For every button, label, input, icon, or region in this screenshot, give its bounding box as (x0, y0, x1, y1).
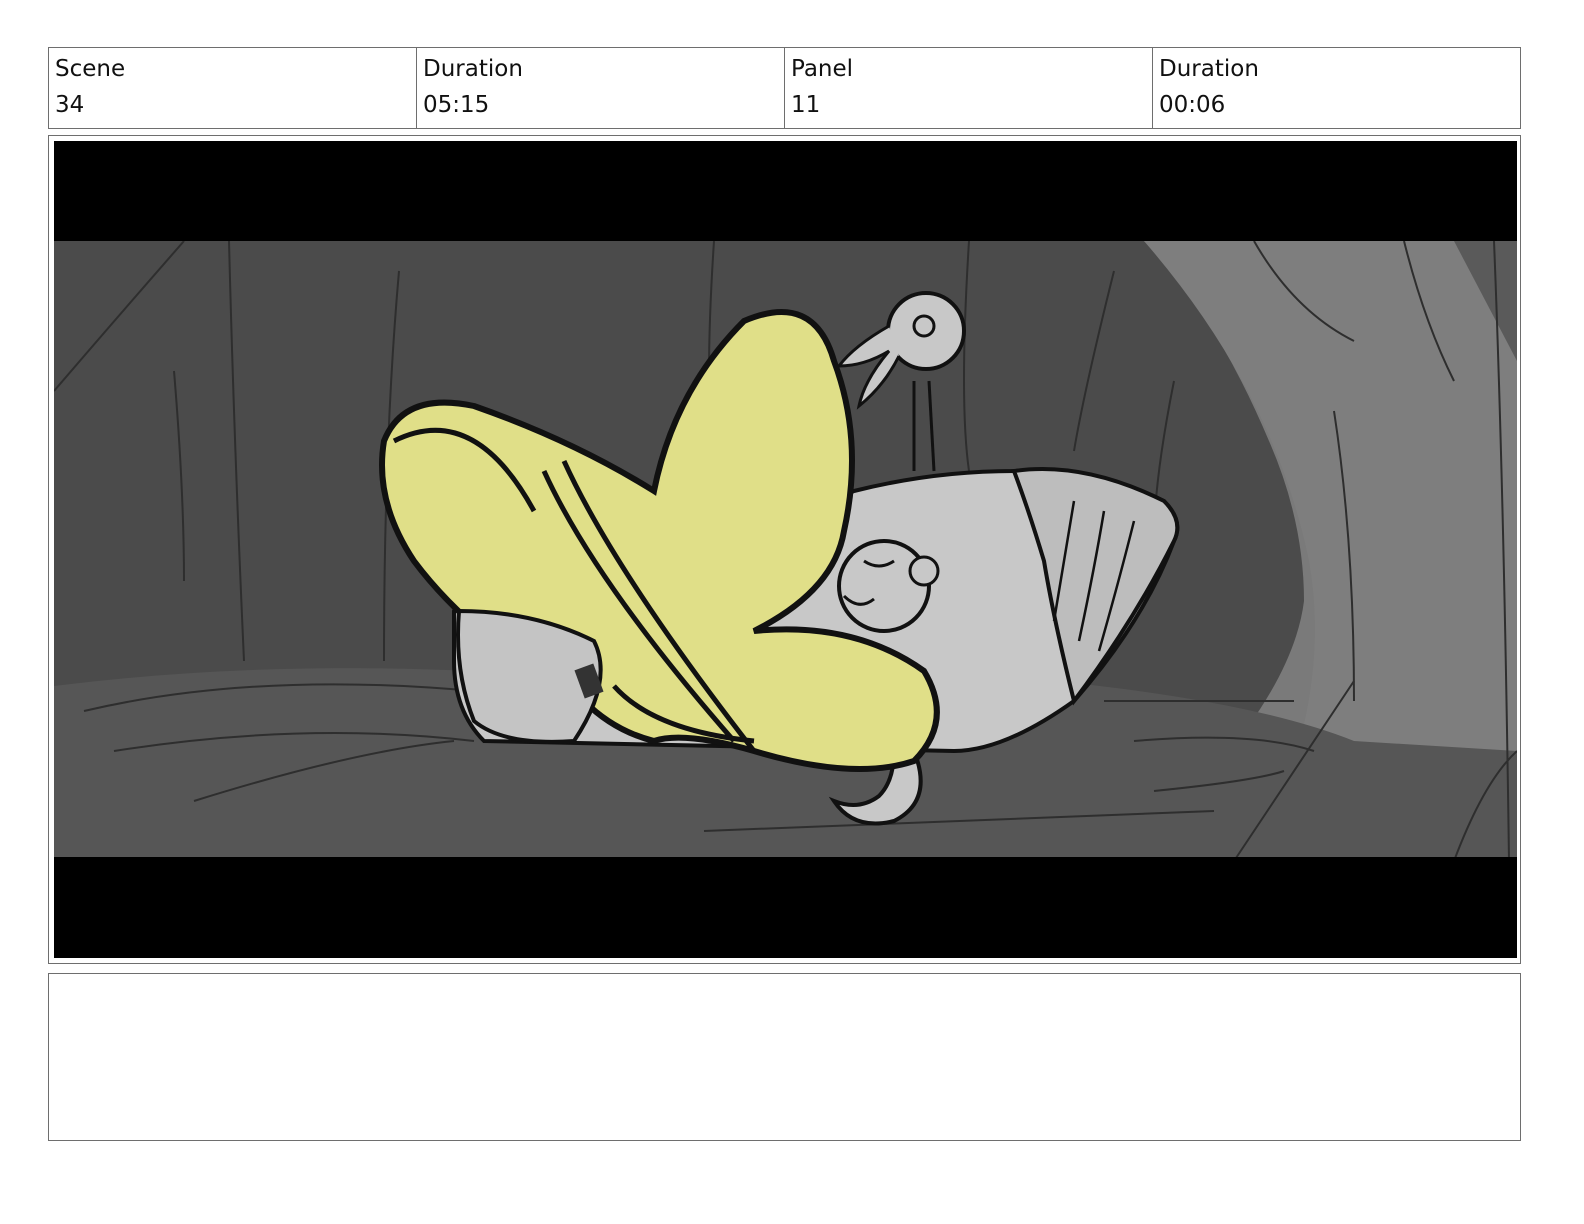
storyboard-panel-drawing (54, 141, 1517, 958)
storyboard-header: Scene 34 Duration 05:15 Panel 11 Duratio… (48, 47, 1521, 129)
panel-label: Panel (791, 56, 854, 82)
scene-number: 34 (55, 92, 85, 118)
character-face (837, 539, 931, 633)
letterbox-top (54, 141, 1517, 241)
scene-duration-value: 05:15 (423, 92, 490, 118)
panel-duration-cell: Duration 00:06 (1153, 48, 1520, 128)
panel-number: 11 (791, 92, 821, 118)
scene-duration-cell: Duration 05:15 (417, 48, 785, 128)
scene-cell: Scene 34 (49, 48, 417, 128)
panel-duration-label: Duration (1159, 56, 1259, 82)
scene-duration-label: Duration (423, 56, 523, 82)
panel-cell: Panel 11 (785, 48, 1153, 128)
scene-label: Scene (55, 56, 126, 82)
ear (908, 555, 940, 587)
storyboard-panel-frame (48, 135, 1521, 964)
panel-notes-box (48, 973, 1521, 1141)
panel-duration-value: 00:06 (1159, 92, 1226, 118)
letterbox-bottom (54, 857, 1517, 958)
